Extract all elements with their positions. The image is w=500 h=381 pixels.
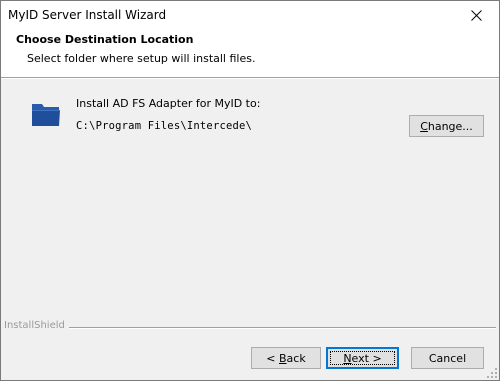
installshield-brand-line: InstallShield xyxy=(4,320,496,334)
page-subtitle: Select folder where setup will install f… xyxy=(27,52,256,65)
window-title: MyID Server Install Wizard xyxy=(8,8,167,22)
install-destination-label: Install AD FS Adapter for MyID to: xyxy=(76,97,261,110)
close-icon xyxy=(470,9,482,21)
header-panel: Choose Destination Location Select folde… xyxy=(1,29,499,77)
close-button[interactable] xyxy=(453,1,499,29)
header-divider xyxy=(1,77,499,79)
installshield-brand: InstallShield xyxy=(4,320,69,331)
folder-icon xyxy=(32,104,60,126)
page-title: Choose Destination Location xyxy=(16,33,194,46)
title-bar[interactable]: MyID Server Install Wizard xyxy=(1,1,499,29)
cancel-button[interactable]: Cancel xyxy=(411,347,484,369)
back-button-label: < Back xyxy=(266,351,306,365)
change-button[interactable]: Change... xyxy=(409,115,484,137)
next-button[interactable]: Next > xyxy=(326,347,399,369)
back-button[interactable]: < Back xyxy=(251,347,321,369)
change-button-label: Change... xyxy=(420,119,473,133)
install-path: C:\Program Files\Intercede\ xyxy=(76,120,253,132)
focus-ring xyxy=(330,351,395,365)
installer-window: MyID Server Install Wizard Choose Destin… xyxy=(0,0,500,381)
resize-grip-icon[interactable] xyxy=(487,368,497,378)
footer-divider xyxy=(66,327,496,329)
